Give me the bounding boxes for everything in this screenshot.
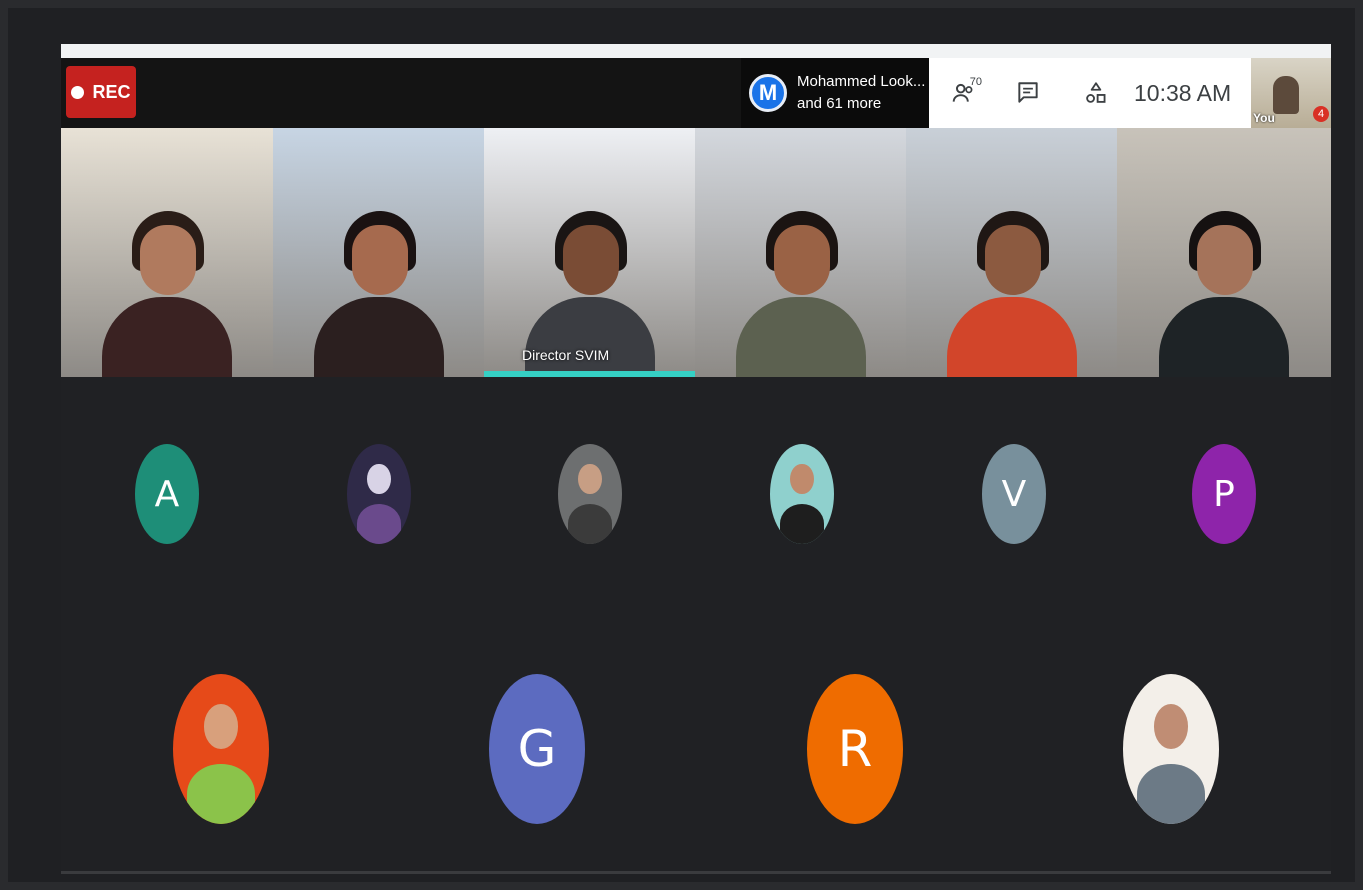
participant-initial-avatar[interactable]: R [807,674,903,824]
chat-icon [1018,82,1038,103]
video-tile[interactable] [906,128,1117,377]
video-tile[interactable] [695,128,906,377]
photo-torso [356,504,402,544]
photo-torso [187,764,255,824]
participant-initial-avatar[interactable]: G [489,674,585,824]
presenter-name: Mohammed Look... [797,73,926,90]
participant-initial-avatar[interactable]: V [982,444,1046,544]
video-tile[interactable]: Director SVIM [484,128,695,377]
participant-video [313,211,444,377]
participant-photo-avatar[interactable] [347,444,411,544]
activities-icon [1086,82,1106,103]
self-view-tile[interactable]: You 4 [1251,58,1331,128]
recording-indicator[interactable]: REC [66,66,136,118]
people-count: 70 [969,76,982,88]
participant-initial-avatar[interactable]: A [135,444,199,544]
participant-video [735,211,866,377]
photo-torso [1137,764,1205,824]
photo-torso [779,504,825,544]
video-tile[interactable] [273,128,484,377]
participant-video [1159,211,1289,377]
self-view-label: You [1253,111,1275,125]
self-video-thumbnail [1273,76,1299,114]
participant-video [102,211,232,377]
photo-face [203,704,239,749]
photo-torso [567,504,613,544]
meeting-controls: 70 10:38 AM [929,58,1251,128]
people-button[interactable]: 70 [944,73,984,113]
meeting-clock: 10:38 AM [1134,79,1232,106]
photo-face [1153,704,1189,749]
participant-photo-avatar[interactable] [1123,674,1219,824]
record-dot-icon [71,85,85,99]
presenter-banner[interactable]: M Mohammed Look... and 61 more [741,58,929,128]
participant-video [946,211,1077,377]
presenter-more: and 61 more [797,95,882,112]
participant-initial-avatar[interactable]: P [1192,444,1256,544]
participant-name-label: Director SVIM [522,347,610,363]
meeting-app: REC M Mohammed Look... and 61 more 70 10… [61,44,1331,874]
video-tile[interactable] [1117,128,1331,377]
participant-photo-avatar[interactable] [558,444,622,544]
window-frame: REC M Mohammed Look... and 61 more 70 10… [8,8,1355,882]
presenter-logo-icon: M [749,74,787,112]
raised-hands-badge: 4 [1313,106,1329,122]
photo-face [790,464,814,494]
bottom-divider [61,871,1331,874]
participant-row-2: GR [61,674,1331,834]
active-speaker-indicator [484,371,695,377]
participant-photo-avatar[interactable] [770,444,834,544]
photo-face [578,464,602,494]
participant-photo-avatar[interactable] [173,674,269,824]
browser-edge [61,44,1331,58]
meeting-top-bar: REC M Mohammed Look... and 61 more 70 10… [61,58,1331,128]
recording-label: REC [92,81,131,102]
chat-button[interactable] [1008,73,1048,113]
video-tile[interactable] [61,128,273,377]
activities-button[interactable] [1076,73,1116,113]
participant-row-1: AVP [61,444,1331,554]
photo-face [367,464,391,494]
video-tiles-strip: Director SVIM [61,128,1331,377]
